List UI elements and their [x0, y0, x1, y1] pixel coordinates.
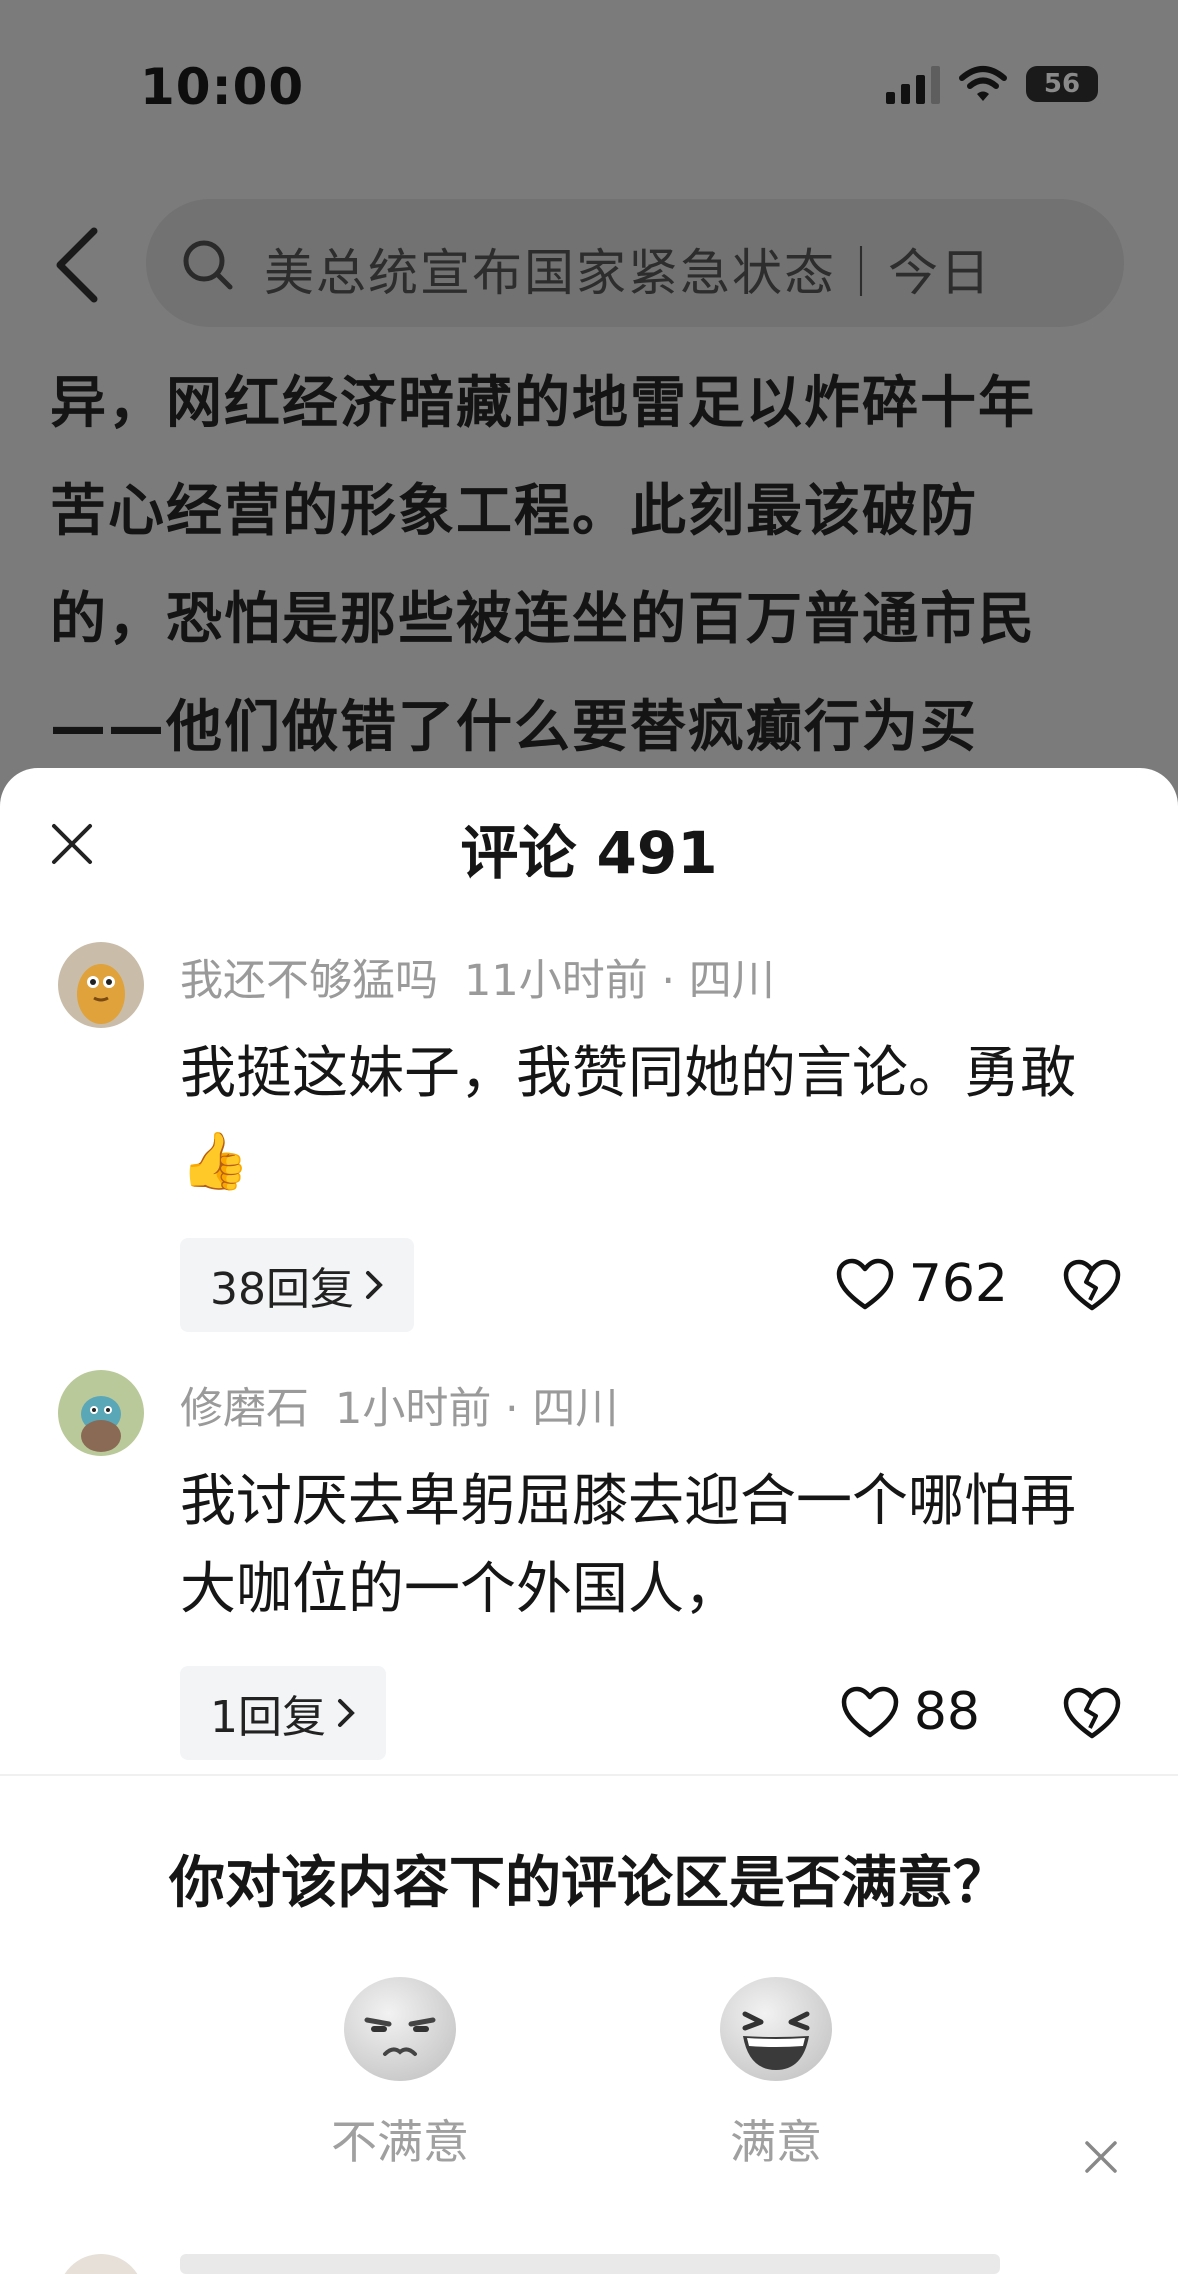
comments-title: 评论 491 — [460, 819, 718, 887]
search-bar[interactable]: 美总统宣布国家紧急状态｜今日 — [146, 199, 1124, 327]
chevron-right-icon — [338, 1699, 355, 1727]
search-icon — [183, 240, 233, 290]
chevron-left-icon — [56, 227, 98, 303]
satisfied-option[interactable]: 满意 — [676, 1974, 876, 2172]
heart-icon — [841, 1686, 899, 1738]
heart-icon — [836, 1258, 893, 1310]
avatar[interactable] — [58, 942, 144, 1028]
close-icon — [1085, 2141, 1117, 2173]
article-line: 的，恐怕是那些被连坐的百万普通市民 — [50, 587, 1036, 652]
dissatisfied-option[interactable]: 不满意 — [300, 1974, 500, 2172]
next-comment-peek — [180, 2254, 1000, 2274]
like-button[interactable]: 88 — [840, 1682, 980, 1742]
article-line: ——他们做错了什么要替疯癫行为买 — [50, 695, 978, 760]
status-bar: 10:00 56 — [0, 0, 1178, 175]
article-line: 苦心经营的形象工程。此刻最该破防 — [50, 479, 978, 544]
back-button[interactable] — [48, 225, 108, 305]
laughing-face-icon — [720, 1977, 832, 2081]
dislike-button[interactable] — [1062, 1686, 1122, 1744]
top-nav: 美总统宣布国家紧急状态｜今日 — [0, 195, 1178, 335]
comment-author[interactable]: 我还不够猛吗 — [180, 956, 438, 1006]
dismiss-survey-button[interactable] — [1082, 2138, 1120, 2176]
article-page: 10:00 56 美总统宣布国家紧急状态｜今日 异，网红经济暗藏的地雷足以炸碎十… — [0, 0, 1178, 800]
article-line: 异，网红经济暗藏的地雷足以炸碎十年 — [50, 371, 1036, 436]
avatar — [58, 2254, 144, 2274]
comment-author[interactable]: 修磨石 — [180, 1384, 309, 1434]
status-time: 10:00 — [140, 58, 305, 116]
survey-question: 你对该内容下的评论区是否满意？ — [169, 1851, 1009, 1916]
like-button[interactable]: 762 — [835, 1254, 1008, 1314]
comment-text: 我挺这妹子，我赞同她的言论。勇敢👍 — [180, 1041, 1076, 1194]
comment-meta: 我还不够猛吗 11小时前 · 四川 — [180, 956, 775, 1006]
like-count: 88 — [913, 1682, 980, 1742]
wifi-icon — [959, 66, 1007, 101]
status-icons: 56 — [886, 64, 1098, 104]
search-suggestion-text: 美总统宣布国家紧急状态｜今日 — [264, 244, 992, 302]
comment-meta: 修磨石 1小时前 · 四川 — [180, 1384, 619, 1434]
comment-location: 四川 — [688, 956, 775, 1006]
avatar[interactable] — [58, 1370, 144, 1456]
replies-count: 1回复 — [210, 1692, 326, 1743]
satisfied-label: 满意 — [730, 2115, 822, 2169]
dissatisfied-label: 不满意 — [331, 2115, 469, 2169]
chevron-right-icon — [366, 1271, 383, 1299]
comment-text: 我讨厌去卑躬屈膝去迎合一个哪怕再大咖位的一个外国人， — [180, 1469, 1076, 1622]
broken-heart-icon — [1063, 1687, 1121, 1739]
dislike-button[interactable] — [1062, 1258, 1122, 1316]
view-replies-button[interactable]: 38回复 — [180, 1238, 414, 1332]
comment-location: 四川 — [532, 1384, 619, 1434]
comment-time: 1小时前 — [335, 1384, 492, 1434]
like-count: 762 — [908, 1254, 1008, 1314]
comments-sheet: 评论 491 我还不够猛吗 11小时前 · 四川 我挺这妹子，我赞同她的言论。勇敢… — [0, 768, 1178, 2274]
unamused-face-icon — [344, 1977, 456, 2081]
view-replies-button[interactable]: 1回复 — [180, 1666, 386, 1760]
replies-count: 38回复 — [210, 1264, 354, 1315]
battery-icon: 56 — [1026, 66, 1098, 102]
cellular-signal-icon — [886, 64, 940, 104]
divider — [0, 1774, 1178, 1776]
article-body: 异，网红经济暗藏的地雷足以炸碎十年 苦心经营的形象工程。此刻最该破防 的，恐怕是… — [50, 350, 1140, 782]
broken-heart-icon — [1063, 1259, 1121, 1311]
comment-time: 11小时前 — [464, 956, 648, 1006]
